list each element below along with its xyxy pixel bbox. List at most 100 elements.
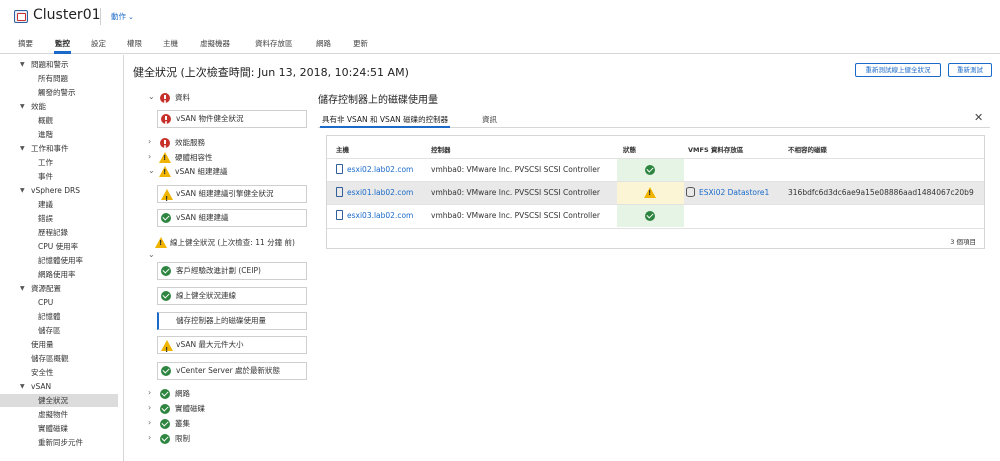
actions-menu[interactable]: 動作 ⌄ <box>111 11 134 22</box>
nav-skyline-health[interactable]: 健全狀況 <box>0 394 118 407</box>
nav-all-issues[interactable]: 所有問題 <box>38 72 68 85</box>
nav-resync-components[interactable]: 重新同步元件 <box>38 436 83 449</box>
tab-controllers-with-disks[interactable]: 具有非 VSAN 和 VSAN 磁碟的控制器 <box>319 114 451 128</box>
nav-virtual-objects[interactable]: 虛擬物件 <box>38 408 68 421</box>
check-group-data[interactable]: 資料 <box>175 91 190 104</box>
tab-permissions[interactable]: 權限 <box>127 38 142 49</box>
check-vcenter-uptodate[interactable]: vCenter Server 處於最新狀態 <box>157 362 307 380</box>
nav-resource-allocation[interactable]: 資源配置 <box>31 282 61 295</box>
table-row[interactable]: esxi03.lab02.com vmhba0: VMware Inc. PVS… <box>327 205 984 227</box>
check-group-hardware-compatibility[interactable]: 硬體相容性 <box>175 151 213 164</box>
nav-cpu-usage[interactable]: CPU 使用率 <box>38 240 78 253</box>
check-build-rec[interactable]: vSAN 組建建議 <box>157 209 307 227</box>
check-icon <box>160 404 170 414</box>
controller-cell: vmhba0: VMware Inc. PVSCSI SCSI Controll… <box>431 211 600 220</box>
check-max-component-size[interactable]: vSAN 最大元件大小 <box>157 336 307 358</box>
tab-bar: 摘要 監控 設定 權限 主機 虛擬機器 資料存放區 網路 更新 <box>0 34 1000 54</box>
tab-networks[interactable]: 網路 <box>316 38 331 49</box>
nav-tasks[interactable]: 工作 <box>38 156 53 169</box>
nav-memory[interactable]: 記憶體 <box>38 310 61 323</box>
nav-advanced[interactable]: 進階 <box>38 128 53 141</box>
check-icon <box>160 434 170 444</box>
check-vsan-object-health[interactable]: vSAN 物件健全狀況 <box>157 110 307 128</box>
nav-events[interactable]: 事件 <box>38 170 53 183</box>
check-icon <box>645 165 655 175</box>
retest-button[interactable]: 重新測試 <box>948 63 992 77</box>
nav-physical-disks[interactable]: 實體磁碟 <box>38 422 68 435</box>
chevron-right-icon[interactable]: › <box>148 137 151 146</box>
check-build-rec-engine[interactable]: vSAN 組建建議引擎健全狀況 <box>157 185 307 207</box>
chevron-right-icon[interactable]: › <box>148 403 151 412</box>
chevron-down-icon[interactable]: ⌄ <box>148 250 155 259</box>
check-group-cluster[interactable]: 叢集 <box>175 417 190 430</box>
check-icon <box>161 366 171 376</box>
check-label: vSAN 組建建議引擎健全狀況 <box>176 189 274 198</box>
check-group-network[interactable]: 網路 <box>175 387 190 400</box>
datastore-link[interactable]: ESXi02 Datastore1 <box>699 188 769 197</box>
status-cell <box>617 182 684 204</box>
nav-utilization[interactable]: 使用量 <box>31 338 54 351</box>
tab-hosts[interactable]: 主機 <box>163 38 178 49</box>
table-row[interactable]: esxi01.lab02.com vmhba0: VMware Inc. PVS… <box>327 182 984 204</box>
tab-datastores[interactable]: 資料存放區 <box>255 38 293 49</box>
chevron-right-icon[interactable]: › <box>148 388 151 397</box>
column-header-incompatible-disk[interactable]: 不相容的磁碟 <box>788 144 827 154</box>
chevron-down-icon[interactable]: ⌄ <box>148 166 155 175</box>
chevron-right-icon[interactable]: › <box>148 152 151 161</box>
check-group-build-recommendation[interactable]: vSAN 組建建議 <box>175 165 227 178</box>
tab-configure[interactable]: 設定 <box>91 38 106 49</box>
chevron-down-icon[interactable]: ⌄ <box>148 92 155 101</box>
check-group-limits[interactable]: 限制 <box>175 432 190 445</box>
host-link[interactable]: esxi02.lab02.com <box>347 165 413 174</box>
nav-network-usage[interactable]: 網路使用率 <box>38 268 76 281</box>
controller-cell: vmhba0: VMware Inc. PVSCSI SCSI Controll… <box>431 165 600 174</box>
column-header-status[interactable]: 狀態 <box>623 144 636 154</box>
nav-vsphere-drs[interactable]: vSphere DRS <box>31 184 80 197</box>
table-row[interactable]: esxi02.lab02.com vmhba0: VMware Inc. PVS… <box>327 159 984 181</box>
chevron-right-icon[interactable]: › <box>148 433 151 442</box>
tab-updates[interactable]: 更新 <box>353 38 368 49</box>
nav-faults[interactable]: 錯誤 <box>38 212 53 225</box>
tab-vms[interactable]: 虛擬機器 <box>200 38 230 49</box>
controller-table: 主機 控制器 狀態 VMFS 資料存放區 不相容的磁碟 esxi02.lab02… <box>326 135 985 249</box>
column-header-controller[interactable]: 控制器 <box>431 144 451 154</box>
tab-monitor[interactable]: 監控 <box>54 38 71 54</box>
detail-tab-bar: 具有非 VSAN 和 VSAN 磁碟的控制器 資訊 <box>318 111 990 128</box>
check-controller-disk-usage[interactable]: 儲存控制器上的磁碟使用量 <box>157 312 307 330</box>
footer-divider <box>327 228 984 229</box>
nav-tasks-events[interactable]: 工作和事件 <box>31 142 69 155</box>
nav-memory-usage[interactable]: 記憶體使用率 <box>38 254 83 267</box>
header: Cluster01 動作 ⌄ <box>0 0 1000 34</box>
check-group-performance-service[interactable]: 效能服務 <box>175 136 205 149</box>
tab-summary[interactable]: 摘要 <box>18 38 33 49</box>
nav-issues-alarms[interactable]: 問題和警示 <box>31 58 69 71</box>
nav-history[interactable]: 歷程記錄 <box>38 226 68 239</box>
nav-security[interactable]: 安全性 <box>31 366 54 379</box>
close-icon[interactable]: ✕ <box>974 111 983 124</box>
nav-vsan[interactable]: vSAN <box>31 380 51 393</box>
header-divider <box>100 8 101 25</box>
check-ceip[interactable]: 客戶經驗改進計劃 (CEIP) <box>157 262 307 280</box>
chevron-right-icon[interactable]: › <box>148 418 151 427</box>
caret-down-icon: ▼ <box>20 383 25 390</box>
nav-storage-overview[interactable]: 儲存區概觀 <box>31 352 69 365</box>
check-group-physical-disk[interactable]: 實體磁碟 <box>175 402 205 415</box>
column-header-vmfs-datastore[interactable]: VMFS 資料存放區 <box>688 144 743 154</box>
check-group-online-health[interactable]: 線上健全狀況 (上次檢查: 11 分鐘 前) <box>170 236 295 249</box>
nav-cpu[interactable]: CPU <box>38 296 53 309</box>
host-link[interactable]: esxi03.lab02.com <box>347 211 413 220</box>
retest-online-button[interactable]: 重新測試線上健全狀況 <box>855 63 941 77</box>
nav-performance[interactable]: 效能 <box>31 100 46 113</box>
nav-triggered-alarms[interactable]: 觸發的警示 <box>38 86 76 99</box>
nav-overview[interactable]: 概觀 <box>38 114 53 127</box>
caret-down-icon: ▼ <box>20 103 25 110</box>
nav-storage[interactable]: 儲存區 <box>38 324 61 337</box>
tab-info[interactable]: 資訊 <box>482 114 497 125</box>
column-header-host[interactable]: 主機 <box>336 144 349 154</box>
host-link[interactable]: esxi01.lab02.com <box>347 188 413 197</box>
caret-down-icon: ▼ <box>20 187 25 194</box>
host-icon <box>336 187 343 197</box>
nav-recommendations[interactable]: 建議 <box>38 198 53 211</box>
check-online-connectivity[interactable]: 線上健全狀況連線 <box>157 287 307 305</box>
check-label: 客戶經驗改進計劃 (CEIP) <box>176 266 261 275</box>
